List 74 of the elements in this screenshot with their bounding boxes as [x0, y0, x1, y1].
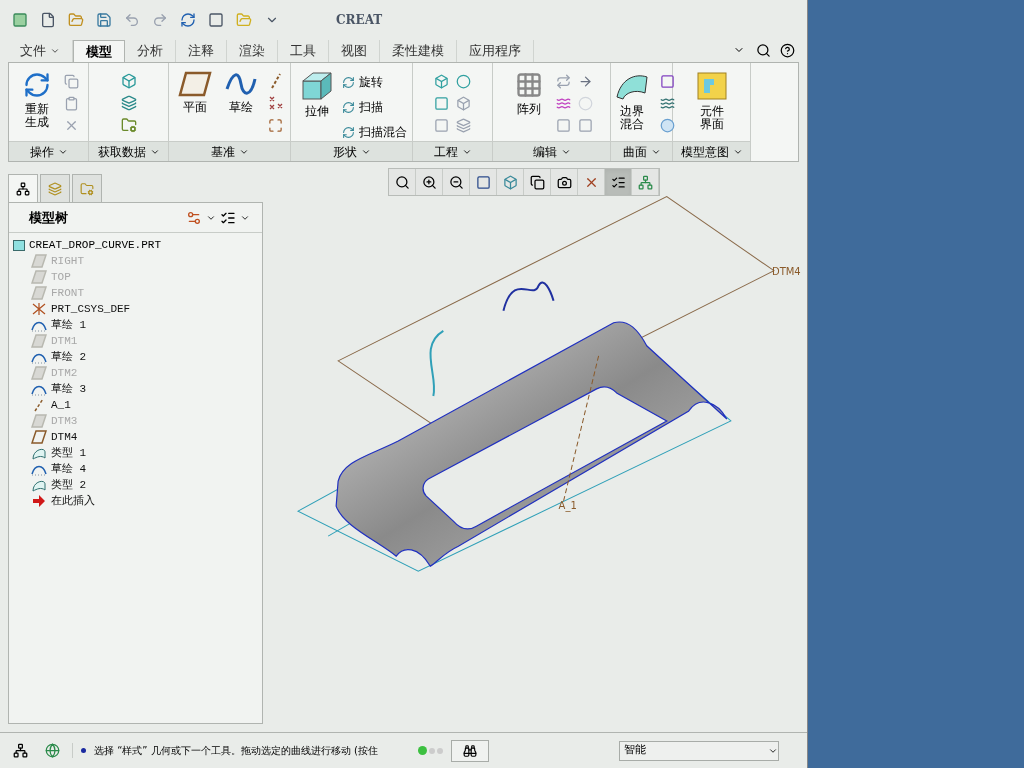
group-menu-button[interactable]: 编辑	[493, 141, 610, 161]
group-menu-button[interactable]: 基准	[169, 141, 290, 161]
ribbon-button[interactable]: 扫描混合	[342, 121, 407, 143]
tree-item[interactable]: 类型 1	[13, 445, 258, 461]
datum-plane-icon	[31, 334, 47, 348]
window-title: CREAT	[336, 12, 383, 29]
ribbon-button[interactable]: 边界混合	[611, 67, 653, 131]
ribbon-button[interactable]: 草绘	[219, 67, 262, 114]
ribbon-button[interactable]: 重新生成	[15, 67, 58, 129]
plane-label: DTM4	[771, 265, 801, 277]
group-menu-button[interactable]: 操作	[9, 141, 88, 161]
saved-views-icon	[529, 174, 545, 190]
view-tool-button[interactable]	[605, 169, 632, 195]
surface-icon	[31, 446, 47, 460]
datum-plane-icon	[31, 254, 47, 268]
regenerate-icon	[22, 71, 51, 99]
ribbon-tab[interactable]: 模型	[73, 40, 125, 62]
ribbon-button[interactable]: 阵列	[507, 67, 550, 116]
tree-item[interactable]: DTM4	[13, 429, 258, 445]
extrude-box-icon	[301, 71, 333, 101]
swept-blend-icon	[342, 125, 355, 139]
sweep-icon	[342, 100, 355, 114]
group-menu-button[interactable]: 获取数据	[89, 141, 168, 161]
sketch-icon	[224, 71, 257, 97]
datum-plane-icon	[31, 414, 47, 428]
panel-title: 模型树	[29, 208, 68, 227]
datum-plane-icon	[31, 286, 47, 300]
revolve-icon	[342, 75, 355, 89]
tree-item[interactable]: PRT_CSYS_DEF	[13, 301, 258, 317]
tree-item[interactable]: 类型 2	[13, 477, 258, 493]
tree-item[interactable]: CREAT_DROP_CURVE.PRT	[13, 237, 258, 253]
arrow-icon	[31, 494, 47, 508]
part-icon	[13, 239, 25, 251]
ribbon-button[interactable]: 元件界面	[690, 67, 733, 131]
tree-item[interactable]: 草绘 3	[13, 381, 258, 397]
plane-icon	[177, 71, 212, 97]
group-menu-button[interactable]: 形状	[291, 141, 412, 161]
group-menu-button[interactable]: 曲面	[611, 141, 672, 161]
annotation-icon	[610, 174, 626, 190]
find-button[interactable]	[451, 739, 489, 762]
datum-plane-icon	[31, 430, 47, 444]
ribbon-button[interactable]: 平面	[173, 67, 216, 114]
datum-plane-icon	[31, 366, 47, 380]
camera-icon	[556, 174, 572, 190]
tree-item[interactable]: 在此插入	[13, 493, 258, 509]
status-message: 选择 “样式” 几何或下一个工具。拖动选定的曲线进行移动 (按住	[94, 744, 378, 758]
panel-tab[interactable]	[8, 174, 38, 202]
refit-icon	[394, 174, 410, 190]
surface-icon	[31, 478, 47, 492]
ribbon-button[interactable]: 扫描	[342, 96, 407, 118]
group-menu-button[interactable]: 模型意图	[673, 141, 750, 161]
cube-icon	[502, 174, 518, 190]
binoculars-icon	[463, 743, 477, 758]
tree-item[interactable]: 草绘 4	[13, 461, 258, 477]
folder-icon	[80, 181, 94, 196]
ribbon-button[interactable]: 旋转	[342, 71, 407, 93]
zoom-out-icon	[448, 174, 464, 190]
filter-dropdown[interactable]: 智能	[619, 740, 779, 761]
axis-label: A_1	[558, 500, 577, 512]
caret-icon	[50, 46, 60, 56]
layers-icon	[48, 181, 62, 196]
zoom-in-icon	[421, 174, 437, 190]
tree-item[interactable]: 草绘 1	[13, 317, 258, 333]
datum-plane-icon	[31, 270, 47, 284]
spin-center-icon	[637, 174, 653, 190]
cube-array-icon	[514, 71, 543, 99]
status-lights-icon	[418, 746, 443, 755]
group-menu-button[interactable]: 工程	[413, 141, 492, 161]
bullet-icon	[81, 748, 86, 753]
puzzle-piece-icon	[695, 71, 728, 101]
ribbon-button[interactable]: 拉伸	[296, 67, 338, 118]
tree-item[interactable]: A_1	[13, 397, 258, 413]
tree-item[interactable]: 草绘 2	[13, 349, 258, 365]
tree-icon	[16, 181, 30, 196]
